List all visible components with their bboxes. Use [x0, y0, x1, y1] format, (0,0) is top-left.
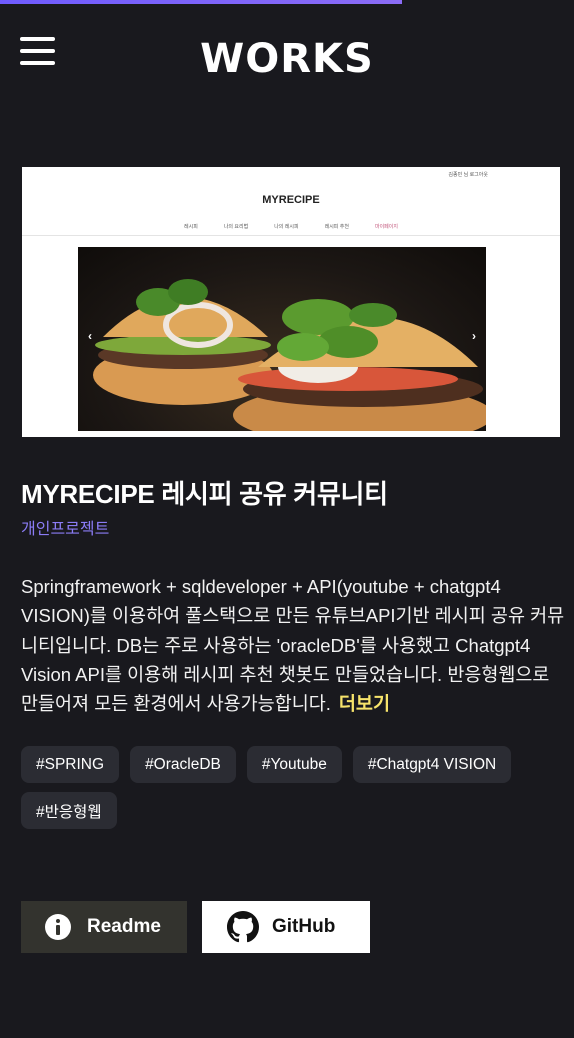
burger-illustration	[93, 279, 486, 431]
screenshot-nav-item: 마이페이지	[374, 224, 398, 230]
read-more-link[interactable]: 더보기	[339, 693, 390, 714]
site-logo[interactable]: WORKS	[0, 36, 574, 82]
carousel-prev-button[interactable]: ‹	[88, 329, 92, 343]
screenshot-nav: 레시피 나의 요리법 나의 레시피 레시피 추천 마이페이지	[22, 223, 560, 230]
reading-progress-bar	[0, 0, 574, 4]
info-icon	[41, 911, 74, 944]
tag-oracledb: #OracleDB	[130, 746, 236, 783]
project-description-text: Springframework + sqldeveloper + API(you…	[21, 576, 565, 715]
github-button-label: GitHub	[272, 916, 336, 937]
tag-list: #SPRING #OracleDB #Youtube #Chatgpt4 VIS…	[21, 746, 561, 829]
project-category: 개인프로젝트	[21, 521, 110, 538]
tag-responsive-web: #반응형웹	[21, 792, 117, 829]
carousel-next-button[interactable]: ›	[472, 329, 476, 343]
tag-chatgpt4-vision: #Chatgpt4 VISION	[352, 746, 512, 783]
readme-button[interactable]: Readme	[21, 901, 187, 953]
project-title: MYRECIPE 레시피 공유 커뮤니티	[21, 479, 388, 509]
readme-button-label: Readme	[87, 916, 161, 937]
screenshot-nav-item: 나의 요리법	[223, 224, 249, 230]
github-button[interactable]: GitHub	[202, 901, 370, 953]
burger-hero-image: ‹ ›	[78, 247, 486, 431]
project-description: Springframework + sqldeveloper + API(you…	[21, 572, 567, 718]
reading-progress-fill	[0, 0, 402, 4]
github-icon	[226, 911, 259, 944]
screenshot-nav-item: 나의 레시피	[274, 224, 299, 230]
project-screenshot[interactable]: 김종민 님 로그아웃 MYRECIPE 레시피 나의 요리법 나의 레시피 레시…	[22, 167, 560, 437]
screenshot-login-text: 김종민 님 로그아웃	[448, 172, 488, 178]
tag-youtube: #Youtube	[246, 746, 342, 783]
screenshot-nav-item: 레시피 추천	[324, 224, 349, 230]
screenshot-divider	[22, 235, 560, 236]
tag-spring: #SPRING	[21, 746, 120, 783]
screenshot-nav-item: 레시피	[184, 224, 198, 230]
screenshot-site-title: MYRECIPE	[262, 194, 320, 206]
